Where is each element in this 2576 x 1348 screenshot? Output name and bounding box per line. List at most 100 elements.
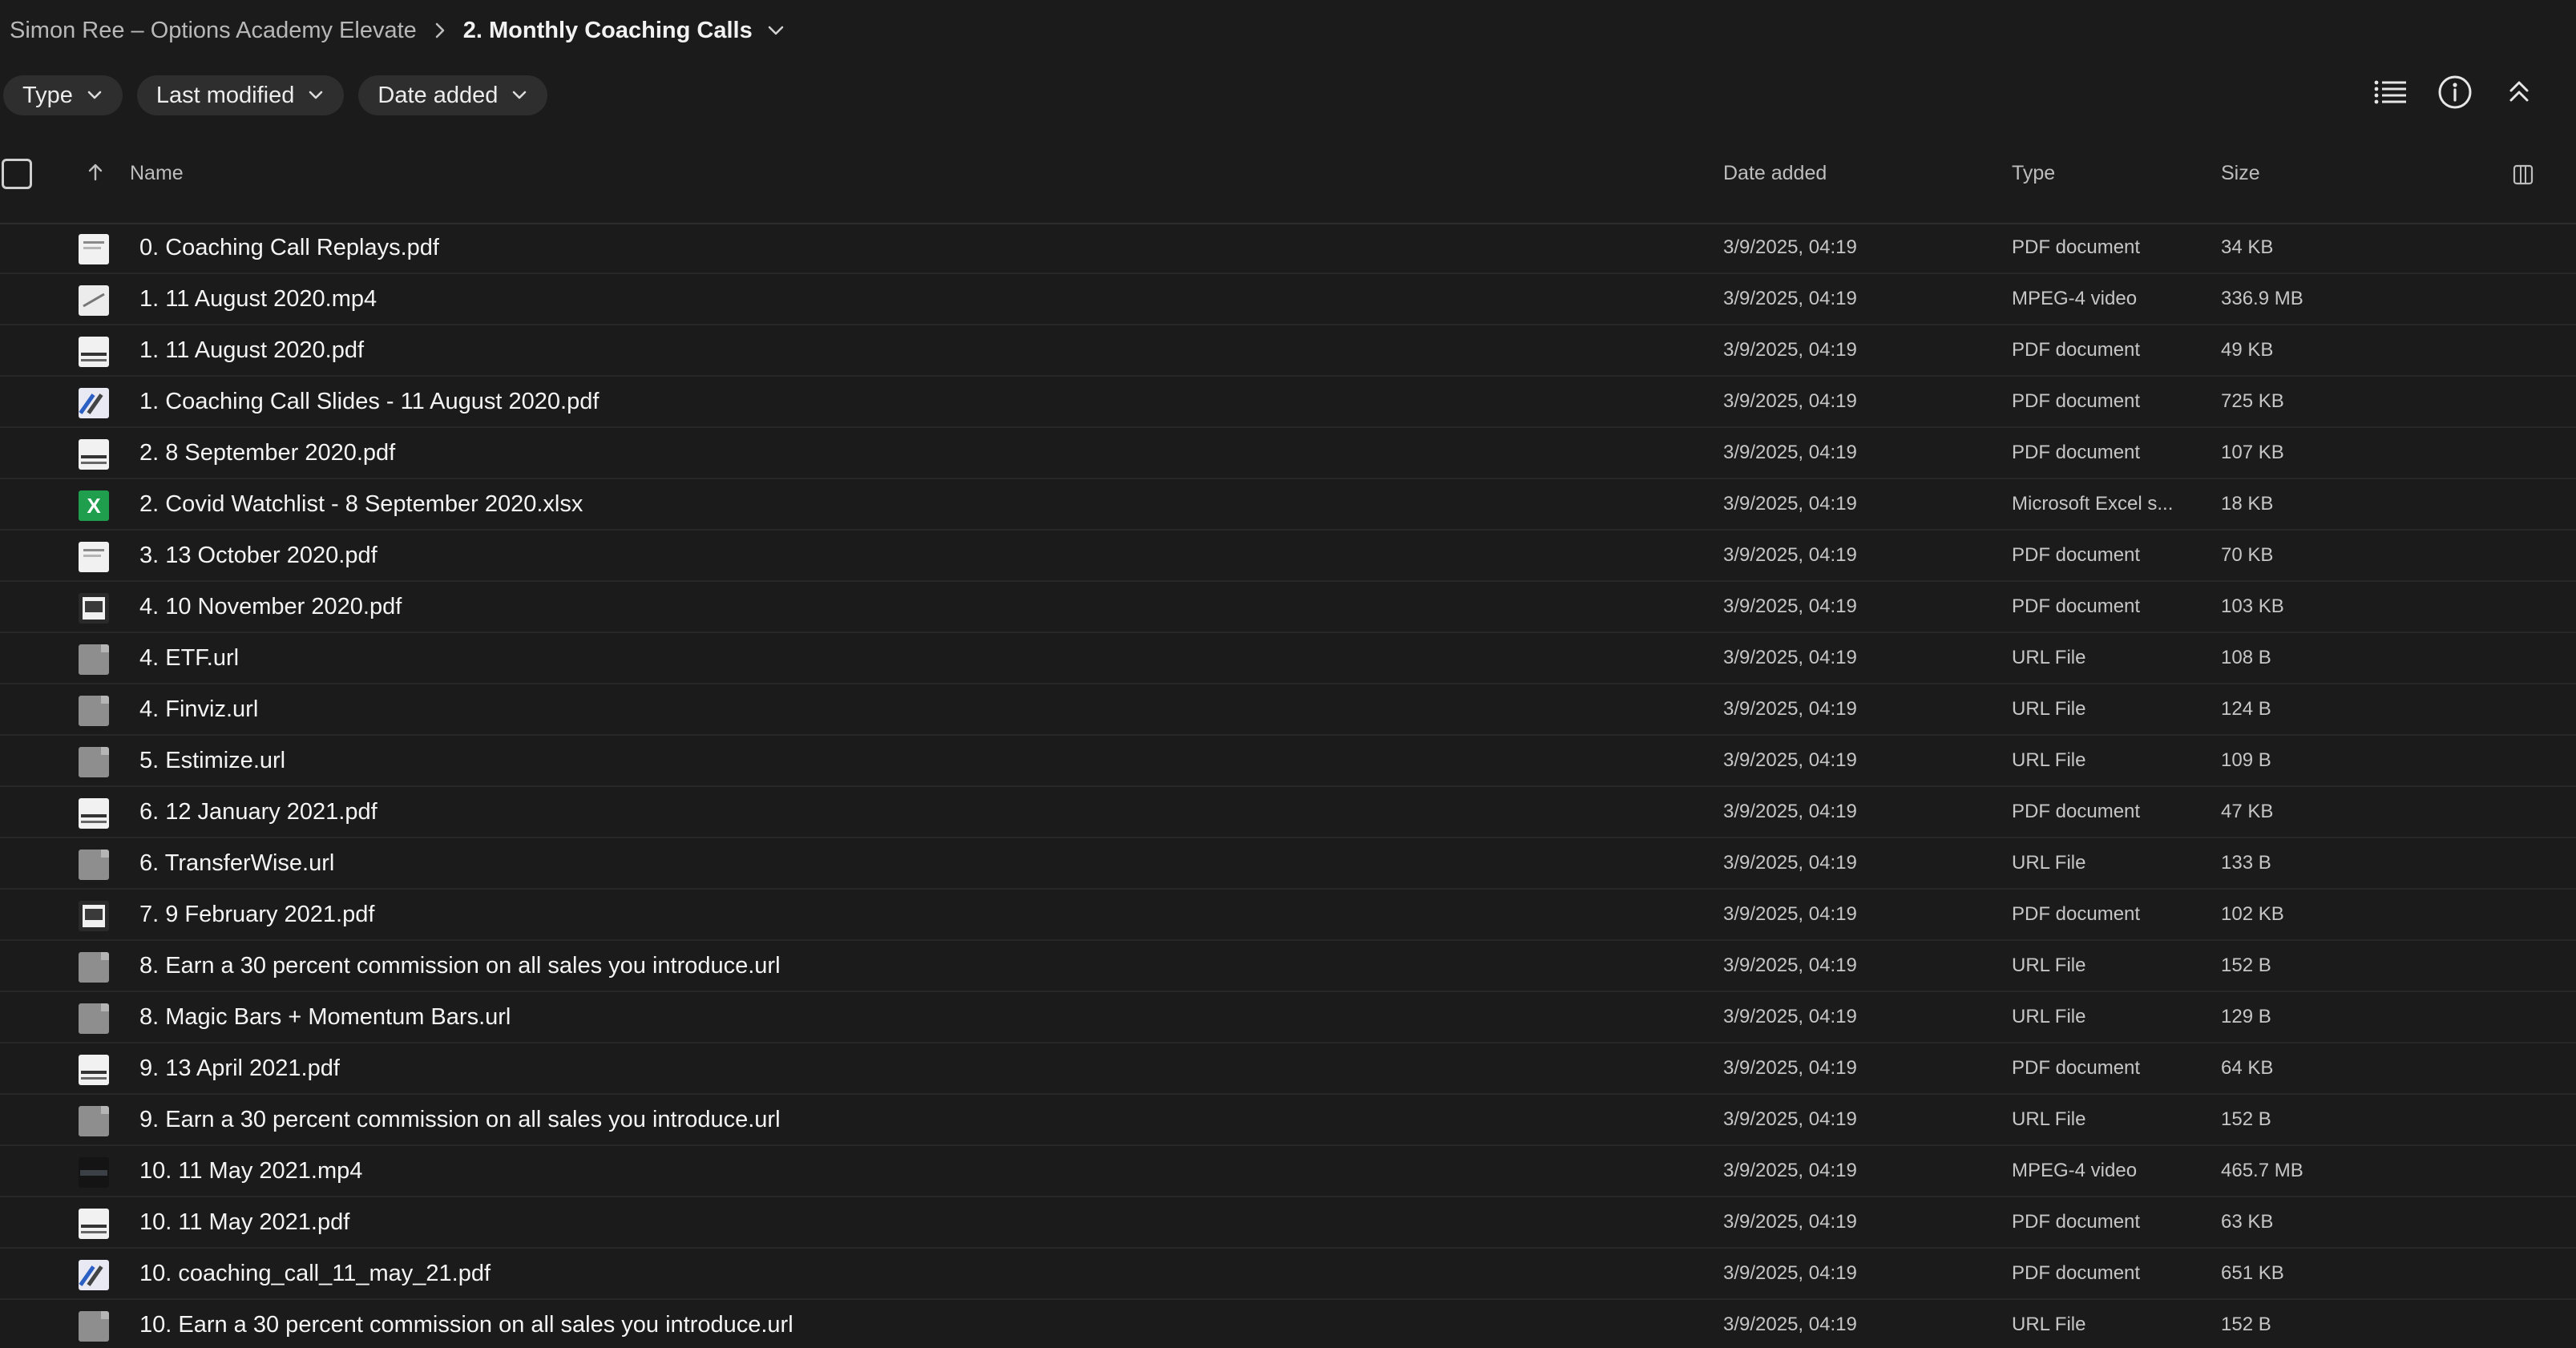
pdf-file-icon bbox=[79, 593, 109, 624]
file-type: PDF document bbox=[2012, 595, 2141, 617]
file-type: PDF document bbox=[2012, 1211, 2141, 1233]
file-date-added: 3/9/2025, 04:19 bbox=[1723, 698, 1857, 720]
info-icon[interactable] bbox=[2437, 74, 2473, 111]
file-date-added: 3/9/2025, 04:19 bbox=[1723, 647, 1857, 668]
list-view-icon[interactable] bbox=[2372, 74, 2409, 111]
select-all-checkbox[interactable] bbox=[2, 159, 32, 189]
columns-icon[interactable] bbox=[2512, 163, 2534, 190]
file-size: 725 KB bbox=[2221, 390, 2284, 412]
file-size: 34 KB bbox=[2221, 236, 2274, 258]
file-row[interactable]: 7. 9 February 2021.pdf 3/9/2025, 04:19 PDF… bbox=[0, 890, 2576, 941]
view-toolbar bbox=[2372, 74, 2538, 111]
url-file-icon bbox=[79, 644, 109, 675]
filter-last-modified-button[interactable]: Last modified bbox=[136, 75, 345, 115]
file-date-added: 3/9/2025, 04:19 bbox=[1723, 1262, 1857, 1284]
file-type: URL File bbox=[2012, 852, 2086, 874]
file-row[interactable]: 0. Coaching Call Replays.pdf 3/9/2025, 04… bbox=[0, 223, 2576, 274]
file-row[interactable]: 6. 12 January 2021.pdf 3/9/2025, 04:19 PDF… bbox=[0, 787, 2576, 838]
video-file-icon bbox=[79, 1157, 109, 1188]
file-row[interactable]: 9. Earn a 30 percent commission on all s… bbox=[0, 1095, 2576, 1146]
file-size: 152 B bbox=[2221, 1108, 2271, 1130]
file-type: PDF document bbox=[2012, 1057, 2141, 1079]
url-file-icon bbox=[79, 747, 109, 777]
file-row[interactable]: 4. ETF.url 3/9/2025, 04:19 URL File 108 B bbox=[0, 633, 2576, 684]
file-row[interactable]: 1. Coaching Call Slides - 11 August 2020… bbox=[0, 377, 2576, 428]
file-date-added: 3/9/2025, 04:19 bbox=[1723, 595, 1857, 617]
collapse-up-icon[interactable] bbox=[2501, 74, 2538, 111]
file-row[interactable]: 8. Magic Bars + Momentum Bars.url 3/9/202… bbox=[0, 992, 2576, 1043]
column-header-size[interactable]: Size bbox=[2221, 162, 2260, 185]
excel-file-icon: X bbox=[79, 490, 109, 521]
file-name: 2. 8 September 2020.pdf bbox=[139, 440, 396, 466]
file-size: 133 B bbox=[2221, 852, 2271, 874]
file-size: 70 KB bbox=[2221, 544, 2274, 566]
url-file-icon bbox=[79, 952, 109, 983]
file-type: URL File bbox=[2012, 1006, 2086, 1027]
file-date-added: 3/9/2025, 04:19 bbox=[1723, 1006, 1857, 1027]
file-name: 4. Finviz.url bbox=[139, 696, 259, 722]
filter-date-added-button[interactable]: Date added bbox=[358, 75, 548, 115]
file-type: Microsoft Excel s... bbox=[2012, 493, 2174, 515]
breadcrumb-current[interactable]: 2. Monthly Coaching Calls bbox=[463, 18, 753, 44]
file-size: 107 KB bbox=[2221, 442, 2284, 463]
filter-type-button[interactable]: Type bbox=[3, 75, 123, 115]
file-browser: Simon Ree – Options Academy Elevate 2. M… bbox=[0, 0, 2576, 1348]
file-type: PDF document bbox=[2012, 339, 2141, 361]
column-header-type[interactable]: Type bbox=[2012, 162, 2055, 185]
file-name: 7. 9 February 2021.pdf bbox=[139, 902, 375, 927]
file-type: URL File bbox=[2012, 954, 2086, 976]
file-row[interactable]: 6. TransferWise.url 3/9/2025, 04:19 URL Fi… bbox=[0, 838, 2576, 890]
file-row[interactable]: X 2. Covid Watchlist - 8 September 2020.x… bbox=[0, 479, 2576, 531]
breadcrumb-parent[interactable]: Simon Ree – Options Academy Elevate bbox=[10, 18, 417, 44]
file-row[interactable]: 10. 11 May 2021.pdf 3/9/2025, 04:19 PDF do… bbox=[0, 1197, 2576, 1249]
file-row[interactable]: 1. 11 August 2020.pdf 3/9/2025, 04:19 PDF … bbox=[0, 325, 2576, 377]
file-size: 109 B bbox=[2221, 749, 2271, 771]
file-size: 465.7 MB bbox=[2221, 1160, 2303, 1181]
filter-last-modified-label: Last modified bbox=[155, 82, 295, 108]
file-name: 0. Coaching Call Replays.pdf bbox=[139, 235, 439, 260]
file-date-added: 3/9/2025, 04:19 bbox=[1723, 903, 1857, 925]
file-date-added: 3/9/2025, 04:19 bbox=[1723, 1314, 1857, 1335]
url-file-icon bbox=[79, 1003, 109, 1034]
file-name: 10. 11 May 2021.mp4 bbox=[139, 1158, 363, 1184]
file-name: 9. 13 April 2021.pdf bbox=[139, 1055, 340, 1081]
file-type: URL File bbox=[2012, 1314, 2086, 1335]
file-date-added: 3/9/2025, 04:19 bbox=[1723, 544, 1857, 566]
file-name: 10. Earn a 30 percent commission on all … bbox=[139, 1312, 793, 1338]
table-header: Name Date added Type Size bbox=[0, 151, 2576, 224]
file-type: MPEG-4 video bbox=[2012, 288, 2138, 309]
pdf-slides-file-icon bbox=[79, 388, 109, 418]
file-type: URL File bbox=[2012, 698, 2086, 720]
file-row[interactable]: 10. Earn a 30 percent commission on all … bbox=[0, 1300, 2576, 1348]
file-type: PDF document bbox=[2012, 544, 2141, 566]
file-date-added: 3/9/2025, 04:19 bbox=[1723, 801, 1857, 822]
file-row[interactable]: 4. Finviz.url 3/9/2025, 04:19 URL File 124 … bbox=[0, 684, 2576, 736]
column-header-date-added[interactable]: Date added bbox=[1723, 162, 1827, 185]
file-date-added: 3/9/2025, 04:19 bbox=[1723, 749, 1857, 771]
pdf-file-icon bbox=[79, 542, 109, 572]
file-type: PDF document bbox=[2012, 442, 2141, 463]
chevron-down-icon[interactable] bbox=[767, 24, 785, 37]
file-row[interactable]: 10. coaching_call_11_may_21.pdf 3/9/2025,… bbox=[0, 1249, 2576, 1300]
sort-ascending-icon[interactable] bbox=[85, 162, 106, 187]
file-row[interactable]: 9. 13 April 2021.pdf 3/9/2025, 04:19 PDF d… bbox=[0, 1043, 2576, 1095]
file-row[interactable]: 10. 11 May 2021.mp4 3/9/2025, 04:19 MPEG-4… bbox=[0, 1146, 2576, 1197]
file-row[interactable]: 4. 10 November 2020.pdf 3/9/2025, 04:19 PD… bbox=[0, 582, 2576, 633]
file-date-added: 3/9/2025, 04:19 bbox=[1723, 339, 1857, 361]
file-row[interactable]: 1. 11 August 2020.mp4 3/9/2025, 04:19 MPEG… bbox=[0, 274, 2576, 325]
file-row[interactable]: 8. Earn a 30 percent commission on all s… bbox=[0, 941, 2576, 992]
pdf-file-icon bbox=[79, 1055, 109, 1085]
file-row[interactable]: 2. 8 September 2020.pdf 3/9/2025, 04:19 PD… bbox=[0, 428, 2576, 479]
file-type: PDF document bbox=[2012, 236, 2141, 258]
file-name: 2. Covid Watchlist - 8 September 2020.xl… bbox=[139, 491, 583, 517]
file-size: 336.9 MB bbox=[2221, 288, 2303, 309]
file-row[interactable]: 3. 13 October 2020.pdf 3/9/2025, 04:19 PDF… bbox=[0, 531, 2576, 582]
pdf-file-icon bbox=[79, 337, 109, 367]
file-row[interactable]: 5. Estimize.url 3/9/2025, 04:19 URL File 10… bbox=[0, 736, 2576, 787]
file-size: 124 B bbox=[2221, 698, 2271, 720]
file-name: 10. coaching_call_11_may_21.pdf bbox=[139, 1261, 491, 1286]
pdf-file-icon bbox=[79, 1209, 109, 1239]
column-header-name[interactable]: Name bbox=[130, 162, 184, 185]
file-size: 49 KB bbox=[2221, 339, 2274, 361]
file-name: 6. TransferWise.url bbox=[139, 850, 335, 876]
